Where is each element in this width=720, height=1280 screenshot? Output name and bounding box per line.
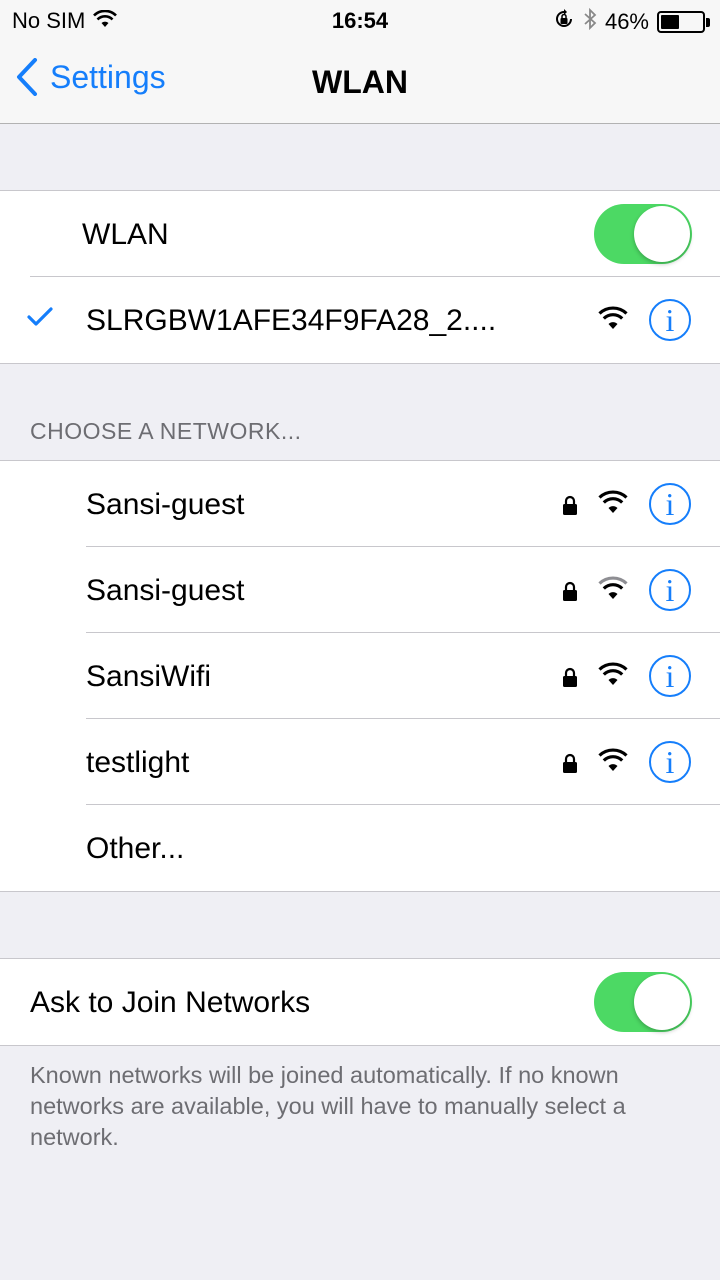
connected-network-row[interactable]: SLRGBW1AFE34F9FA28_2.... i [0,277,720,363]
networks-group: Sansi-guest i Sansi-guest i SansiWifi i … [0,460,720,892]
network-name: Sansi-guest [86,574,245,607]
page-title: WLAN [312,64,408,100]
wlan-toggle-row: WLAN [0,191,720,277]
navigation-bar: Settings WLAN [0,40,720,124]
info-icon[interactable]: i [649,299,691,341]
info-icon[interactable]: i [649,483,691,525]
wifi-icon [598,662,628,691]
info-icon[interactable]: i [649,741,691,783]
wifi-weak-icon [598,576,628,605]
network-row[interactable]: testlight i [0,719,720,805]
checkmark-icon [27,307,53,332]
wlan-group: WLAN SLRGBW1AFE34F9FA28_2.... i [0,190,720,364]
other-network-row[interactable]: Other... [0,805,720,891]
lock-icon [562,495,578,520]
battery-percent: 46% [604,9,649,34]
network-name: testlight [86,746,190,779]
lock-icon [562,581,578,606]
status-right: 46% [545,7,710,37]
lock-icon [562,753,578,778]
ask-to-join-toggle[interactable] [594,972,692,1032]
wifi-icon [598,490,628,519]
wifi-icon [598,748,628,777]
toggle-knob [634,974,690,1030]
network-row[interactable]: SansiWifi i [0,633,720,719]
wifi-icon [598,306,628,335]
wlan-toggle[interactable] [594,204,692,264]
battery-nub [706,17,710,27]
ask-to-join-label: Ask to Join Networks [30,986,311,1019]
ask-to-join-group: Ask to Join Networks [0,958,720,1046]
section-header: CHOOSE A NETWORK... [30,418,302,444]
toggle-knob [634,206,690,262]
battery-icon [657,11,705,33]
connected-network-name: SLRGBW1AFE34F9FA28_2.... [86,304,497,337]
status-bar: No SIM 16:54 46% [0,0,720,40]
other-network-label: Other... [86,832,185,865]
network-row[interactable]: Sansi-guest i [0,547,720,633]
network-name: Sansi-guest [86,488,245,521]
footer-note: Known networks will be joined automatica… [30,1062,626,1150]
wlan-label: WLAN [82,218,169,251]
battery-level [661,15,680,29]
lock-icon [562,667,578,692]
info-icon[interactable]: i [649,569,691,611]
bluetooth-icon [583,7,597,37]
orientation-lock-icon [553,8,575,36]
network-row[interactable]: Sansi-guest i [0,461,720,547]
ask-to-join-row: Ask to Join Networks [0,959,720,1045]
info-icon[interactable]: i [649,655,691,697]
network-name: SansiWifi [86,660,212,693]
